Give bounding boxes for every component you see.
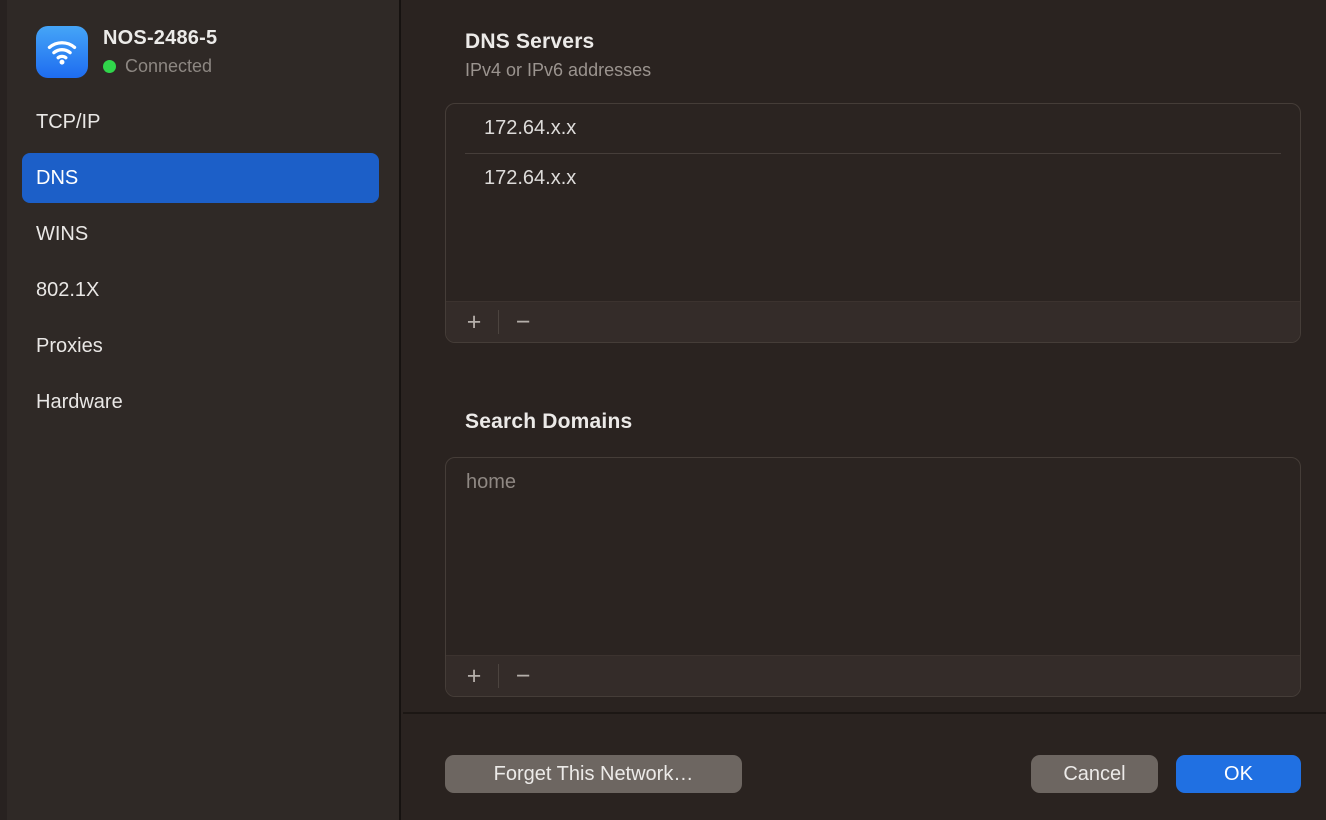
dns-servers-toolbar: + − <box>446 301 1300 342</box>
sidebar-item-label: WINS <box>36 223 88 246</box>
footer-divider <box>403 712 1326 714</box>
network-header: NOS-2486-5 Connected <box>36 26 217 78</box>
search-domain-row[interactable]: home <box>446 458 1300 507</box>
add-dns-server-button[interactable]: + <box>455 307 493 337</box>
minus-icon: − <box>516 308 531 336</box>
sidebar-item-802-1x[interactable]: 802.1X <box>22 265 379 315</box>
plus-icon: + <box>467 662 482 690</box>
search-domain-value: home <box>466 471 516 494</box>
ok-button[interactable]: OK <box>1176 755 1301 793</box>
network-name: NOS-2486-5 <box>103 27 217 50</box>
search-domains-list: home + − <box>445 457 1301 697</box>
sidebar-item-tcp-ip[interactable]: TCP/IP <box>22 97 379 147</box>
dns-server-address: 172.64.x.x <box>484 117 576 140</box>
remove-dns-server-button[interactable]: − <box>504 307 542 337</box>
dns-servers-rows: 172.64.x.x 172.64.x.x <box>446 104 1300 301</box>
network-details-panel: DNS Servers IPv4 or IPv6 addresses 172.6… <box>403 0 1326 820</box>
dns-server-row[interactable]: 172.64.x.x <box>446 104 1300 153</box>
sidebar-item-hardware[interactable]: Hardware <box>22 377 379 427</box>
sidebar-item-label: Proxies <box>36 335 103 358</box>
connection-status: Connected <box>125 56 212 77</box>
connected-dot-icon <box>103 60 116 73</box>
plus-icon: + <box>467 308 482 336</box>
sidebar-item-label: TCP/IP <box>36 111 100 134</box>
sidebar-item-label: Hardware <box>36 391 123 414</box>
sidebar-item-proxies[interactable]: Proxies <box>22 321 379 371</box>
toolbar-separator <box>498 664 499 688</box>
remove-search-domain-button[interactable]: − <box>504 661 542 691</box>
search-domains-title: Search Domains <box>465 410 632 434</box>
sidebar-item-label: 802.1X <box>36 279 99 302</box>
dns-servers-list: 172.64.x.x 172.64.x.x + − <box>445 103 1301 343</box>
sidebar-item-label: DNS <box>36 167 78 190</box>
sidebar-item-wins[interactable]: WINS <box>22 209 379 259</box>
dns-servers-subtitle: IPv4 or IPv6 addresses <box>465 60 651 81</box>
dns-server-row[interactable]: 172.64.x.x <box>465 153 1281 203</box>
dns-server-address: 172.64.x.x <box>484 167 576 190</box>
sidebar-item-dns[interactable]: DNS <box>22 153 379 203</box>
add-search-domain-button[interactable]: + <box>455 661 493 691</box>
search-domains-rows: home <box>446 458 1300 655</box>
toolbar-separator <box>498 310 499 334</box>
sidebar-nav: TCP/IP DNS WINS 802.1X Proxies Hardware <box>22 97 379 433</box>
cancel-button[interactable]: Cancel <box>1031 755 1158 793</box>
forget-network-button[interactable]: Forget This Network… <box>445 755 742 793</box>
minus-icon: − <box>516 662 531 690</box>
sidebar: NOS-2486-5 Connected TCP/IP DNS WINS 802… <box>0 0 401 820</box>
dns-servers-title: DNS Servers <box>465 30 594 54</box>
wifi-icon <box>36 26 88 78</box>
search-domains-toolbar: + − <box>446 655 1300 696</box>
